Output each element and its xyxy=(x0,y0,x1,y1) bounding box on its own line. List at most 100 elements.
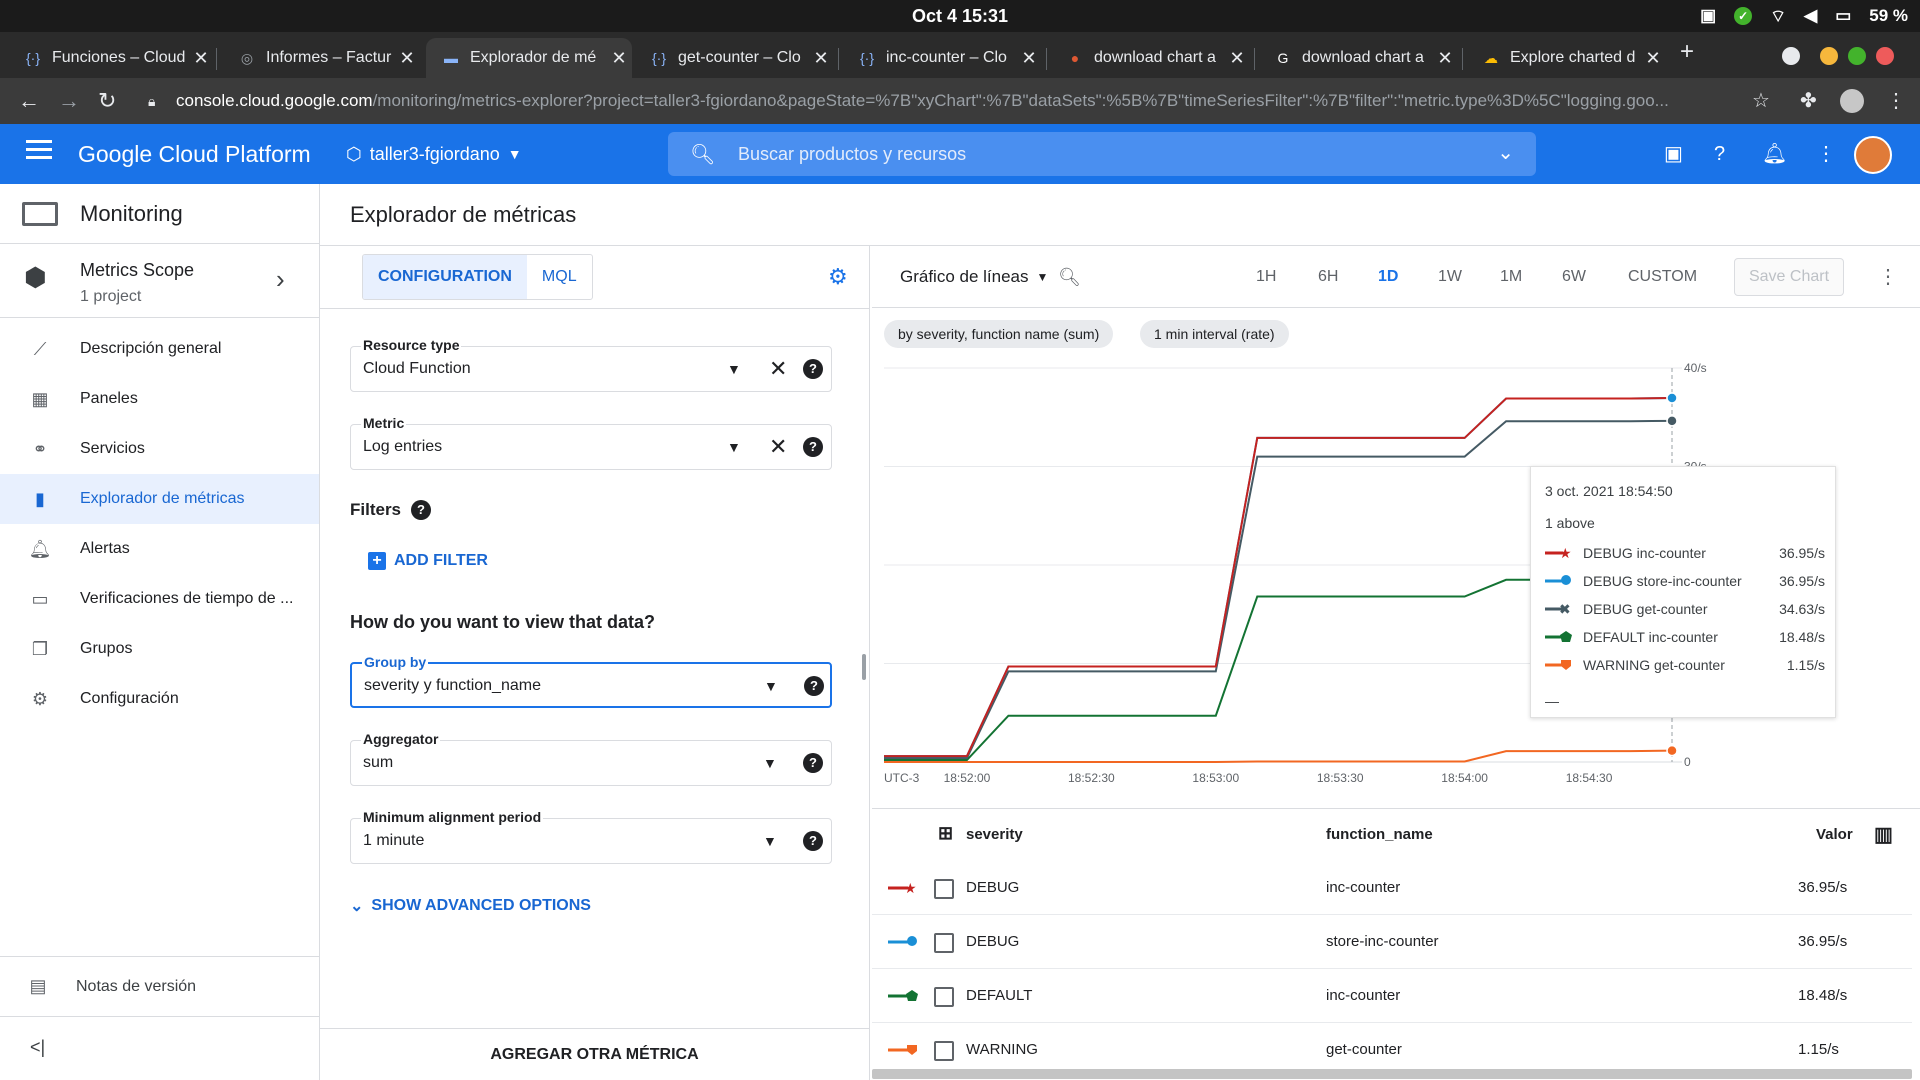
series-endpoint-marker[interactable] xyxy=(1666,392,1678,404)
search-icon[interactable]: 🔍︎ xyxy=(690,142,715,167)
browser-tab[interactable]: ☁ Explore charted d ✕ xyxy=(1466,38,1666,78)
header-severity[interactable]: severity xyxy=(966,809,1023,861)
help-icon[interactable]: ? xyxy=(411,500,432,520)
series-endpoint-marker[interactable] xyxy=(1666,415,1678,427)
chart-type-select[interactable]: Gráfico de líneas ▼ xyxy=(900,246,1048,308)
project-selector[interactable]: ⬡ taller3-fgiordano ▼ xyxy=(346,124,522,184)
wifi-icon[interactable]: ⌔ xyxy=(1770,6,1786,27)
close-window-icon[interactable] xyxy=(1876,47,1894,65)
browser-tab[interactable]: ◎ Informes – Factur ✕ xyxy=(222,38,420,78)
check-icon[interactable]: ✓ xyxy=(1734,7,1753,25)
add-filter-button[interactable]: + ADD FILTER xyxy=(368,552,488,570)
dropdown-arrow-icon[interactable]: ▼ xyxy=(727,425,741,469)
chip-grouping[interactable]: by severity, function name (sum) xyxy=(884,320,1114,348)
volume-icon[interactable]: ◀ xyxy=(1804,6,1817,26)
row-checkbox[interactable] xyxy=(934,987,954,1007)
help-icon[interactable]: ? xyxy=(803,753,823,773)
dropdown-arrow-icon[interactable]: ▼ xyxy=(763,741,777,785)
browser-menu-icon[interactable]: ⋮ xyxy=(1886,78,1906,124)
header-value[interactable]: Valor xyxy=(1816,809,1853,861)
column-picker-icon[interactable]: ⊞ xyxy=(938,823,953,844)
horizontal-scrollbar[interactable] xyxy=(872,1069,1912,1079)
chevron-right-icon[interactable]: › xyxy=(276,264,285,295)
search-input[interactable] xyxy=(738,132,1438,176)
gcp-brand[interactable]: Google Cloud Platform xyxy=(78,124,311,184)
dropdown-arrow-icon[interactable]: ▼ xyxy=(727,347,741,391)
alignment-period-select[interactable]: Minimum alignment period 1 minute ▼ ? xyxy=(350,809,832,864)
browser-tab[interactable]: {·} get-counter – Clo ✕ xyxy=(634,38,834,78)
header-function-name[interactable]: function_name xyxy=(1326,809,1433,861)
nav-item-groups[interactable]: ❐ Grupos xyxy=(0,624,319,674)
hamburger-menu-icon[interactable] xyxy=(26,140,52,164)
forward-icon[interactable]: → xyxy=(58,78,80,124)
dropdown-arrow-icon[interactable]: ▼ xyxy=(763,819,777,863)
clear-icon[interactable]: ✕ xyxy=(769,425,787,469)
tab-search-icon[interactable] xyxy=(1782,47,1800,65)
dropdown-arrow-icon[interactable]: ▼ xyxy=(764,664,778,708)
series-line[interactable] xyxy=(884,749,1673,763)
browser-tab[interactable]: G download chart a ✕ xyxy=(1258,38,1458,78)
more-vert-icon[interactable]: ⋮ xyxy=(1878,264,1898,289)
nav-item-overview[interactable]: ⟋ Descripción general xyxy=(0,324,319,374)
more-vert-icon[interactable]: ⋮ xyxy=(1816,124,1836,184)
browser-tab[interactable]: {·} Funciones – Cloud ✕ xyxy=(8,38,214,78)
add-metric-button[interactable]: AGREGAR OTRA MÉTRICA xyxy=(320,1028,869,1080)
range-custom[interactable]: CUSTOM xyxy=(1628,246,1697,308)
battery-icon[interactable]: ▭ xyxy=(1835,6,1851,26)
lock-icon[interactable]: 🔒︎ xyxy=(148,78,155,124)
metrics-scope[interactable]: ⬢ Metrics Scope 1 project › xyxy=(0,244,319,318)
chevron-down-icon[interactable]: ⌄ xyxy=(1497,140,1514,165)
back-icon[interactable]: ← xyxy=(18,78,40,124)
nav-item-settings[interactable]: ⚙ Configuración xyxy=(0,674,319,724)
table-row[interactable]: ★ DEBUG inc-counter 36.95/s xyxy=(872,861,1912,915)
browser-tab[interactable]: ● download chart a ✕ xyxy=(1050,38,1250,78)
nav-item-dashboards[interactable]: ▦ Paneles xyxy=(0,374,319,424)
range-6h[interactable]: 6H xyxy=(1318,246,1338,308)
help-icon[interactable]: ? xyxy=(803,359,823,379)
reload-icon[interactable]: ↻ xyxy=(98,78,116,124)
nav-item-uptime[interactable]: ▭ Verificaciones de tiempo de ... xyxy=(0,574,319,624)
columns-icon[interactable]: ▥ xyxy=(1874,809,1893,861)
search-box[interactable]: 🔍︎ ⌄ xyxy=(668,132,1536,176)
nav-item-metrics-explorer[interactable]: ▮ Explorador de métricas xyxy=(0,474,319,524)
close-tab-icon[interactable]: ✕ xyxy=(1640,48,1666,69)
extensions-icon[interactable]: ✤ xyxy=(1800,78,1817,124)
new-tab-icon[interactable]: + xyxy=(1680,38,1694,66)
series-endpoint-marker[interactable] xyxy=(1666,744,1678,757)
table-row[interactable]: DEBUG store-inc-counter 36.95/s xyxy=(872,915,1912,969)
range-1w[interactable]: 1W xyxy=(1438,246,1462,308)
maximize-window-icon[interactable] xyxy=(1848,47,1866,65)
save-chart-button[interactable]: Save Chart xyxy=(1734,258,1844,296)
tab-mql[interactable]: MQL xyxy=(527,255,592,299)
row-checkbox[interactable] xyxy=(934,933,954,953)
range-1d[interactable]: 1D xyxy=(1378,246,1398,308)
range-1h[interactable]: 1H xyxy=(1256,246,1276,308)
minimize-window-icon[interactable] xyxy=(1820,47,1838,65)
chip-interval[interactable]: 1 min interval (rate) xyxy=(1140,320,1289,348)
row-checkbox[interactable] xyxy=(934,1041,954,1061)
bookmark-star-icon[interactable]: ☆ xyxy=(1752,78,1770,124)
clear-icon[interactable]: ✕ xyxy=(769,347,787,391)
close-tab-icon[interactable]: ✕ xyxy=(808,48,834,69)
nav-item-services[interactable]: ⚭ Servicios xyxy=(0,424,319,474)
zoom-icon[interactable]: 🔍︎ xyxy=(1058,246,1081,308)
notifications-bell-icon[interactable]: 🔔︎ xyxy=(1762,124,1787,184)
close-tab-icon[interactable]: ✕ xyxy=(188,48,214,69)
url-field[interactable]: console.cloud.google.com/monitoring/metr… xyxy=(176,78,1736,124)
close-tab-icon[interactable]: ✕ xyxy=(1224,48,1250,69)
browser-tab[interactable]: {·} inc-counter – Clo ✕ xyxy=(842,38,1042,78)
help-icon[interactable]: ? xyxy=(804,676,824,696)
display-icon[interactable]: ▣ xyxy=(1700,6,1716,26)
close-tab-icon[interactable]: ✕ xyxy=(1432,48,1458,69)
release-notes[interactable]: ▤ Notas de versión xyxy=(0,956,319,1016)
cloud-shell-icon[interactable]: ▣ xyxy=(1664,124,1683,184)
show-advanced-options-button[interactable]: ⌄ SHOW ADVANCED OPTIONS xyxy=(350,896,591,916)
tab-configuration[interactable]: CONFIGURATION xyxy=(363,255,527,299)
range-1m[interactable]: 1M xyxy=(1500,246,1522,308)
help-icon[interactable]: ? xyxy=(803,437,823,457)
close-tab-icon[interactable]: ✕ xyxy=(1016,48,1042,69)
group-by-select[interactable]: Group by severity y function_name ▼ ? xyxy=(350,654,832,708)
help-icon[interactable]: ? xyxy=(1714,124,1725,184)
nav-item-alerts[interactable]: 🔔︎ Alertas xyxy=(0,524,319,574)
help-icon[interactable]: ? xyxy=(803,831,823,851)
